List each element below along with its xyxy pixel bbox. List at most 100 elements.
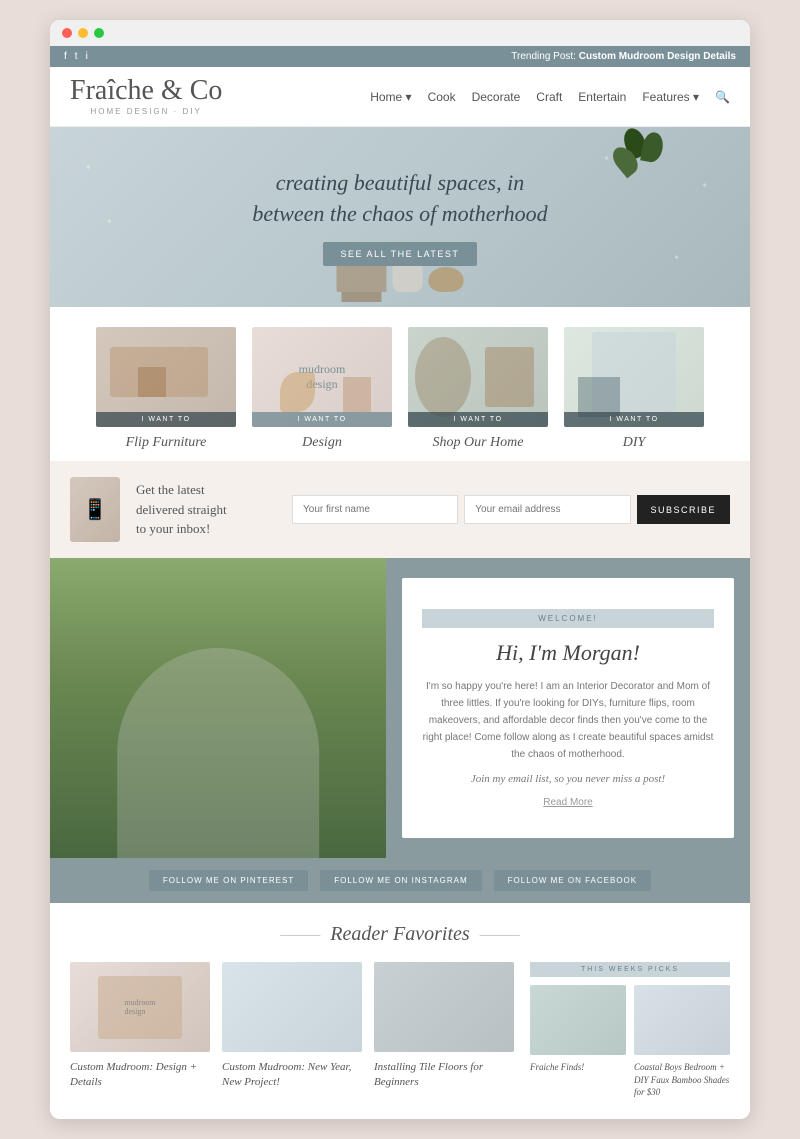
about-description: I'm so happy you're here! I am an Interi… — [422, 678, 714, 763]
category-name-1: Flip Furniture — [96, 435, 236, 451]
fav-item-1[interactable]: mudroomdesign Custom Mudroom: Design + D… — [70, 962, 210, 1099]
facebook-follow-button[interactable]: FOLLOW ME ON FACEBOOK — [494, 870, 651, 891]
category-name-2: Design — [252, 435, 392, 451]
hero-cta-button[interactable]: SEE ALL THE LATEST — [323, 242, 478, 266]
browser-window: f t i Trending Post: Custom Mudroom Desi… — [50, 20, 750, 1119]
category-img-4: I WANT TO — [564, 327, 704, 427]
star-decor: ✦ — [673, 253, 680, 262]
pick-img-2 — [634, 985, 730, 1055]
nav-decorate[interactable]: Decorate — [472, 90, 521, 104]
first-name-input[interactable] — [292, 495, 458, 524]
main-nav: Home ▾ Cook Decorate Craft Entertain Fea… — [370, 90, 730, 104]
pinterest-follow-button[interactable]: FOLLOW ME ON PINTEREST — [149, 870, 308, 891]
fav-img-2 — [222, 962, 362, 1052]
trending-link[interactable]: Custom Mudroom Design Details — [579, 51, 736, 62]
newsletter-line1: Get the latest — [136, 482, 205, 497]
category-name-3: Shop Our Home — [408, 435, 548, 451]
category-label-bar-1: I WANT TO — [96, 412, 236, 427]
newsletter-form: SUBSCRIBE — [292, 495, 730, 524]
category-label-bar-3: I WANT TO — [408, 412, 548, 427]
about-person-photo — [50, 558, 386, 858]
star-decor: ✦ — [85, 163, 92, 172]
about-read-more[interactable]: Read More — [422, 797, 714, 808]
about-image — [50, 558, 386, 858]
subscribe-button[interactable]: SUBSCRIBE — [637, 495, 731, 524]
about-title: Hi, I'm Morgan! — [422, 640, 714, 666]
reader-favorites-title: Reader Favorites — [70, 923, 730, 946]
about-card: WELCOME! Hi, I'm Morgan! I'm so happy yo… — [402, 578, 734, 838]
trending-post: Trending Post: Custom Mudroom Design Det… — [511, 51, 736, 62]
about-join: Join my email list, so you never miss a … — [422, 773, 714, 785]
fav-img-3 — [374, 962, 514, 1052]
category-img-3: I WANT TO — [408, 327, 548, 427]
social-icons: f t i — [64, 51, 88, 62]
hero-title-line1: creating beautiful spaces, in — [276, 170, 524, 195]
hero-content: creating beautiful spaces, in between th… — [212, 168, 587, 266]
nav-features[interactable]: Features ▾ — [642, 90, 699, 104]
pick-title-1: Fraiche Finds! — [530, 1061, 626, 1074]
logo-container: Fraîche & Co HOME DESIGN · DIY — [70, 77, 222, 116]
top-bar: f t i Trending Post: Custom Mudroom Desi… — [50, 46, 750, 67]
nav-cook[interactable]: Cook — [428, 90, 456, 104]
category-name-4: DIY — [564, 435, 704, 451]
fav-item-3[interactable]: Installing Tile Floors for Beginners — [374, 962, 514, 1099]
category-diy[interactable]: I WANT TO DIY — [564, 327, 704, 451]
basket-decor — [429, 267, 464, 292]
reader-favorites-section: Reader Favorites mudroomdesign Custom Mu… — [50, 903, 750, 1119]
category-img-1: I WANT TO — [96, 327, 236, 427]
pick-title-2: Coastal Boys Bedroom + DIY Faux Bamboo S… — [634, 1061, 730, 1099]
picks-header: THIS WEEKS PICKS — [530, 962, 730, 977]
nav-home[interactable]: Home ▾ — [370, 90, 411, 104]
about-welcome-label: WELCOME! — [422, 609, 714, 628]
star-decor: ✦ — [603, 154, 610, 163]
table-decor — [337, 262, 387, 292]
email-input[interactable] — [464, 495, 630, 524]
browser-dot-green — [94, 28, 104, 38]
category-label-bar-2: I WANT TO — [252, 412, 392, 427]
trending-label: Trending Post: — [511, 51, 576, 62]
pick-img-1 — [530, 985, 626, 1055]
fav-title-3: Installing Tile Floors for Beginners — [374, 1060, 514, 1091]
category-design[interactable]: mudroomdesign I WANT TO Design — [252, 327, 392, 451]
this-weeks-picks: THIS WEEKS PICKS Fraiche Finds! Coastal … — [530, 962, 730, 1099]
about-section: WELCOME! Hi, I'm Morgan! I'm so happy yo… — [50, 558, 750, 858]
fav-title-1: Custom Mudroom: Design + Details — [70, 1060, 210, 1091]
fav-item-2[interactable]: Custom Mudroom: New Year, New Project! — [222, 962, 362, 1099]
site-logo[interactable]: Fraîche & Co — [70, 77, 222, 105]
site-header: Fraîche & Co HOME DESIGN · DIY Home ▾ Co… — [50, 67, 750, 127]
category-shop-home[interactable]: I WANT TO Shop Our Home — [408, 327, 548, 451]
browser-dot-yellow — [78, 28, 88, 38]
hero-section: ✦ ✦ ✦ ✦ ✦ creating beautiful spaces, in … — [50, 127, 750, 307]
category-flip-furniture[interactable]: I WANT TO Flip Furniture — [96, 327, 236, 451]
twitter-icon[interactable]: t — [75, 51, 78, 62]
newsletter-line3: to your inbox! — [136, 521, 210, 536]
star-decor: ✦ — [701, 181, 708, 190]
pick-item-1[interactable]: Fraiche Finds! — [530, 985, 626, 1099]
browser-dot-red — [62, 28, 72, 38]
nav-craft[interactable]: Craft — [536, 90, 562, 104]
category-label-bar-4: I WANT TO — [564, 412, 704, 427]
picks-grid: Fraiche Finds! Coastal Boys Bedroom + DI… — [530, 985, 730, 1099]
hero-title-line2: between the chaos of motherhood — [252, 201, 547, 226]
favorites-main-grid: mudroomdesign Custom Mudroom: Design + D… — [70, 962, 514, 1099]
hero-plant — [620, 127, 680, 207]
instagram-follow-button[interactable]: FOLLOW ME ON INSTAGRAM — [320, 870, 481, 891]
newsletter-section: 📱 Get the latest delivered straight to y… — [50, 461, 750, 558]
newsletter-icon: 📱 — [70, 477, 120, 542]
category-grid: I WANT TO Flip Furniture mudroomdesign I… — [50, 307, 750, 461]
newsletter-line2: delivered straight — [136, 502, 227, 517]
about-social-bar: FOLLOW ME ON PINTEREST FOLLOW ME ON INST… — [50, 858, 750, 903]
search-icon[interactable]: 🔍 — [715, 90, 730, 104]
fav-title-2: Custom Mudroom: New Year, New Project! — [222, 1060, 362, 1091]
nav-entertain[interactable]: Entertain — [578, 90, 626, 104]
facebook-icon[interactable]: f — [64, 51, 67, 62]
fav-img-1: mudroomdesign — [70, 962, 210, 1052]
favorites-layout: mudroomdesign Custom Mudroom: Design + D… — [70, 962, 730, 1099]
instagram-icon[interactable]: i — [86, 51, 88, 62]
star-decor: ✦ — [106, 217, 113, 226]
newsletter-text: Get the latest delivered straight to you… — [136, 480, 276, 539]
pick-item-2[interactable]: Coastal Boys Bedroom + DIY Faux Bamboo S… — [634, 985, 730, 1099]
category-img-2: mudroomdesign I WANT TO — [252, 327, 392, 427]
browser-chrome — [50, 20, 750, 46]
hero-title: creating beautiful spaces, in between th… — [252, 168, 547, 230]
